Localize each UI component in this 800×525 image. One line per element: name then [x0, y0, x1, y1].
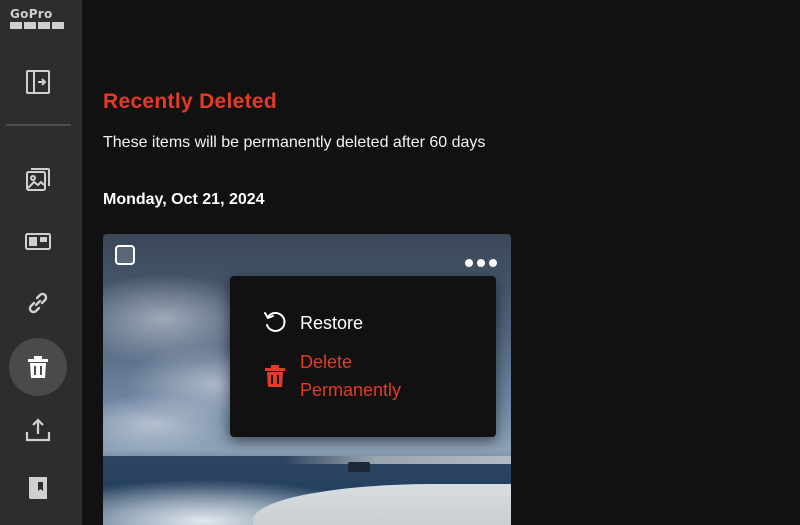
thumbnail-shore: [283, 456, 511, 464]
upload-icon: [25, 418, 51, 442]
more-dot-icon: [489, 259, 497, 267]
sidebar-item-media-library[interactable]: [9, 150, 67, 208]
camera-icon: [25, 233, 51, 250]
sidebar: GoPro: [0, 0, 82, 525]
select-checkbox[interactable]: [115, 245, 135, 265]
delete-permanently-menu-item[interactable]: Delete Permanently: [262, 348, 450, 404]
restore-label: Restore: [300, 313, 364, 333]
restore-menu-item[interactable]: Restore: [262, 309, 363, 337]
trash-icon: [265, 365, 285, 387]
gallery-icon: [26, 168, 50, 191]
sidebar-toggle-icon: [26, 70, 50, 94]
trash-icon: [28, 356, 48, 378]
sidebar-toggle-button[interactable]: [9, 53, 67, 111]
logo-text: GoPro: [10, 7, 53, 21]
context-menu: Restore Delete Permanently: [230, 276, 496, 437]
restore-icon: [264, 312, 286, 332]
sidebar-item-upload[interactable]: [9, 400, 67, 458]
more-options-button[interactable]: [465, 254, 497, 272]
sidebar-item-camera[interactable]: [9, 212, 67, 270]
sidebar-divider: [6, 124, 71, 126]
logo-bars: [10, 22, 66, 29]
sidebar-item-links[interactable]: [9, 274, 67, 332]
more-dot-icon: [477, 259, 485, 267]
sidebar-item-guides[interactable]: [9, 459, 67, 517]
gopro-logo[interactable]: GoPro: [10, 8, 66, 30]
delete-permanently-label: Delete Permanently: [300, 352, 402, 400]
book-icon: [29, 477, 47, 499]
page-title: Recently Deleted: [103, 90, 278, 113]
page-subtitle: These items will be permanently deleted …: [103, 134, 486, 151]
date-heading: Monday, Oct 21, 2024: [103, 191, 265, 208]
link-icon: [28, 292, 48, 314]
sidebar-item-recently-deleted[interactable]: [9, 338, 67, 396]
thumbnail-boat: [348, 462, 370, 472]
more-dot-icon: [465, 259, 473, 267]
